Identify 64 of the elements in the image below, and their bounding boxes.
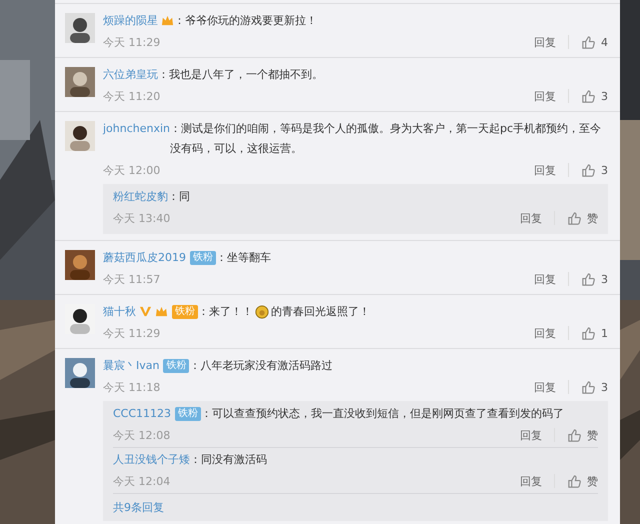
comment-text: ：来了！！ bbox=[198, 304, 253, 320]
comment-text: ：测试是你们的咱闹，等码是我个人的孤傲。身为大客户，第一天起pc手机都预约，至今没有码，可以，这很运营。 bbox=[170, 121, 602, 157]
user-name[interactable]: 蘑菇西瓜皮2019 bbox=[103, 248, 186, 268]
like-count: 3 bbox=[601, 164, 608, 176]
thumbs-up-icon[interactable] bbox=[581, 88, 596, 104]
reply-link[interactable]: 回复 bbox=[520, 474, 542, 488]
like-count: 1 bbox=[601, 326, 608, 340]
timestamp: 今天 12:08 bbox=[113, 428, 170, 442]
comment-text: 的青春回光返照了！ bbox=[271, 304, 370, 320]
like-label: 赞 bbox=[587, 210, 598, 226]
reply-link[interactable]: 回复 bbox=[534, 162, 556, 178]
timestamp: 今天 11:57 bbox=[103, 272, 160, 286]
thumbs-up-icon[interactable] bbox=[581, 272, 596, 286]
reply-link[interactable]: 回复 bbox=[520, 428, 542, 442]
like-count: 4 bbox=[601, 36, 608, 48]
reply-link[interactable]: 回复 bbox=[534, 88, 556, 104]
reply-link[interactable]: 回复 bbox=[534, 326, 556, 340]
thumbs-up-icon[interactable] bbox=[581, 162, 596, 178]
fan-badge: 铁粉 bbox=[172, 305, 198, 319]
user-name[interactable]: CCC11123 bbox=[113, 404, 172, 424]
timestamp: 今天 11:20 bbox=[103, 88, 160, 104]
thumbs-up-icon[interactable] bbox=[567, 210, 582, 226]
timestamp: 今天 12:00 bbox=[103, 162, 160, 178]
comment-text: ：坐等翻车 bbox=[216, 250, 271, 266]
thumbs-up-icon[interactable] bbox=[581, 34, 596, 50]
reply-link[interactable]: 回复 bbox=[534, 380, 556, 394]
like-label: 赞 bbox=[587, 428, 598, 442]
comment-text: ：可以查查预约状态，我一直没收到短信，但是刚网页查了查看到发的码了 bbox=[201, 406, 564, 422]
crown-icon bbox=[155, 305, 168, 318]
fan-badge: 铁粉 bbox=[175, 407, 202, 421]
user-name[interactable]: 曩宸丶Ivan bbox=[103, 356, 160, 376]
fan-badge: 铁粉 bbox=[163, 359, 190, 373]
like-count: 3 bbox=[601, 90, 608, 102]
reply-link[interactable]: 回复 bbox=[534, 34, 556, 50]
thumbs-up-icon[interactable] bbox=[581, 380, 596, 394]
thumbs-up-icon[interactable] bbox=[567, 474, 582, 488]
thumbs-up-icon[interactable] bbox=[581, 326, 596, 340]
like-count: 3 bbox=[601, 272, 608, 286]
comment-text: ：爷爷你玩的游戏要更新拉！ bbox=[174, 13, 317, 29]
comment-text: ：同 bbox=[168, 189, 190, 205]
reply-link[interactable]: 回复 bbox=[520, 210, 542, 226]
timestamp: 今天 11:18 bbox=[103, 380, 160, 394]
timestamp: 今天 11:29 bbox=[103, 34, 160, 50]
emoji-icon bbox=[255, 305, 269, 319]
verified-icon bbox=[139, 305, 152, 318]
timestamp: 今天 12:04 bbox=[113, 474, 170, 488]
like-count: 3 bbox=[601, 380, 608, 394]
timestamp: 今天 11:29 bbox=[103, 326, 160, 340]
reply-link[interactable]: 回复 bbox=[534, 272, 556, 286]
comment-text: ：我也是八年了，一个都抽不到。 bbox=[158, 67, 323, 83]
user-name[interactable]: 猫十秋 bbox=[103, 302, 136, 322]
thumbs-up-icon[interactable] bbox=[567, 428, 582, 442]
more-replies-link[interactable]: 共9条回复 bbox=[113, 493, 598, 517]
user-name[interactable]: johnchenxin bbox=[103, 119, 170, 139]
timestamp: 今天 13:40 bbox=[113, 210, 170, 226]
user-name[interactable]: 粉红蛇皮豹 bbox=[113, 187, 168, 207]
user-name[interactable]: 人丑没钱个子矮 bbox=[113, 450, 190, 470]
comment-text: ：八年老玩家没有激活码路过 bbox=[189, 358, 332, 374]
like-label: 赞 bbox=[587, 474, 598, 488]
fan-badge: 铁粉 bbox=[190, 251, 216, 265]
user-name[interactable]: 烦躁的陨星 bbox=[103, 11, 158, 31]
crown-icon bbox=[161, 14, 174, 27]
user-name[interactable]: 六位弟皇玩 bbox=[103, 65, 158, 85]
comment-text: ：同没有激活码 bbox=[190, 452, 267, 468]
